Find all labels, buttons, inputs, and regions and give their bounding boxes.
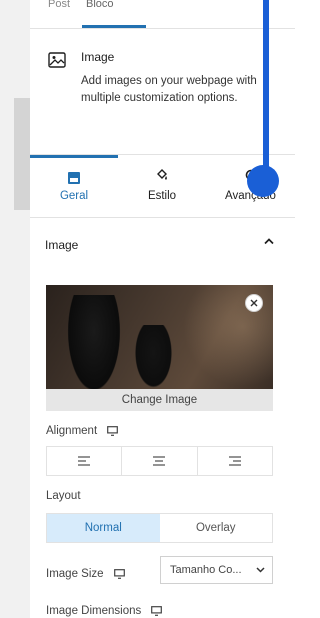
tab-block[interactable]: Bloco	[86, 0, 114, 10]
layout-normal-button[interactable]: Normal	[47, 514, 160, 542]
block-description: Add images on your webpage with multiple…	[81, 75, 257, 104]
image-section-header[interactable]: Image	[30, 220, 295, 266]
layout-overlay-button[interactable]: Overlay	[160, 514, 273, 542]
block-title: Image	[81, 50, 115, 64]
image-size-value: Tamanho Co...	[170, 564, 242, 576]
image-icon	[48, 52, 66, 68]
desktop-icon[interactable]	[113, 569, 125, 579]
align-left-icon	[78, 456, 91, 466]
alignment-label: Alignment	[46, 425, 98, 437]
image-preview	[46, 285, 273, 389]
chevron-up-icon[interactable]	[263, 237, 275, 245]
scrollbar-track[interactable]	[0, 0, 30, 618]
section-title: Image	[45, 238, 79, 252]
image-dimensions-row: Image Dimensions	[46, 605, 163, 617]
change-image-button[interactable]: Change Image	[46, 389, 273, 411]
tab-estilo-label: Estilo	[147, 190, 177, 202]
annotation-pointer-line	[263, 0, 269, 172]
chevron-down-icon	[256, 567, 265, 573]
tab-geral-label: Geral	[59, 190, 89, 202]
alignment-button-group	[46, 446, 273, 476]
image-dimensions-label: Image Dimensions	[46, 605, 142, 617]
remove-image-button[interactable]	[245, 294, 263, 312]
block-card: Image Add images on your webpage with mu…	[30, 30, 295, 155]
align-right-icon	[228, 456, 241, 466]
sidebar-tabs: Post Bloco	[30, 0, 295, 29]
alignment-row: Alignment	[46, 425, 119, 437]
layout-label: Layout	[46, 490, 81, 502]
paint-bucket-icon	[157, 169, 167, 180]
annotation-pointer-dot	[247, 165, 279, 197]
image-size-row: Image Size	[46, 568, 125, 580]
image-size-label: Image Size	[46, 568, 104, 580]
image-size-select[interactable]: Tamanho Co...	[160, 556, 273, 584]
active-tab-underline	[82, 25, 146, 28]
scrollbar-thumb[interactable]	[14, 98, 30, 210]
close-icon	[250, 299, 258, 307]
tab-post[interactable]: Post	[48, 0, 70, 10]
align-center-icon	[153, 456, 166, 466]
align-center-button[interactable]	[122, 447, 198, 475]
tab-geral[interactable]: Geral	[30, 155, 118, 217]
align-left-button[interactable]	[47, 447, 123, 475]
align-right-button[interactable]	[198, 447, 272, 475]
tab-estilo[interactable]: Estilo	[118, 155, 206, 217]
layout-toggle-group: Normal Overlay	[46, 513, 273, 543]
block-settings-panel: Post Bloco Image Add images on your webp…	[30, 0, 295, 618]
desktop-icon[interactable]	[107, 426, 119, 436]
layout-icon	[68, 172, 80, 184]
desktop-icon[interactable]	[151, 606, 163, 616]
